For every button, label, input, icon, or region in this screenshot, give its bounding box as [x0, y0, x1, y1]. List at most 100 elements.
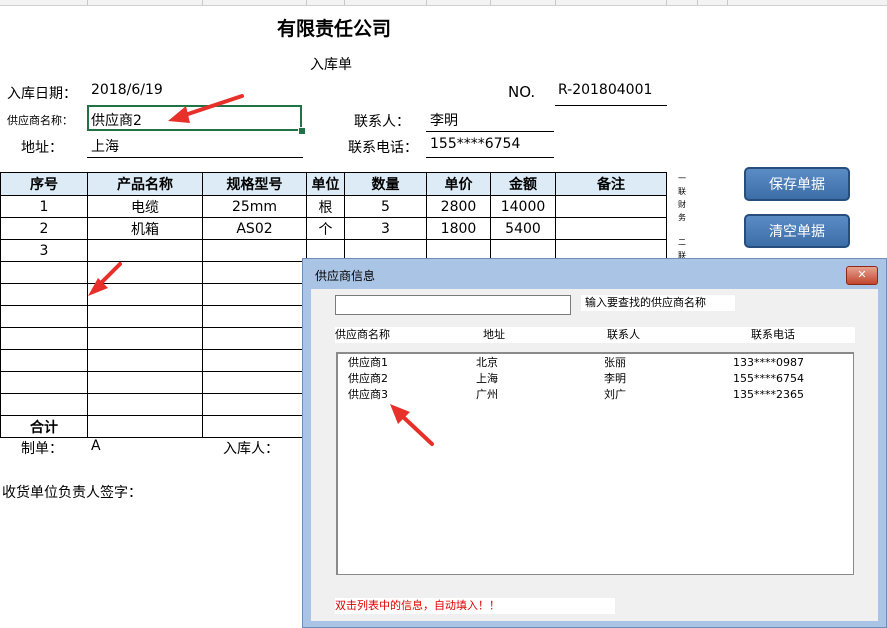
column-divider [555, 0, 556, 5]
cell[interactable] [202, 393, 307, 416]
column-divider [426, 0, 427, 5]
contact-label: 联系人： [354, 114, 410, 130]
cell[interactable]: AS02 [202, 217, 307, 240]
cell[interactable] [202, 239, 307, 262]
cell[interactable] [202, 305, 307, 328]
total-label: 合计 [0, 415, 88, 438]
column-header-strip [0, 0, 887, 6]
save-button[interactable]: 保存单据 [744, 167, 850, 201]
copy-note-finance: 一 联 财 务 [677, 172, 687, 224]
list-cell: 李明 [604, 372, 626, 385]
phone-underline [426, 157, 554, 158]
fill-handle[interactable] [298, 127, 306, 135]
column-divider [306, 0, 307, 5]
header-index: 序号 [0, 172, 88, 196]
maker-value[interactable]: A [91, 438, 101, 454]
list-cell: 供应商1 [348, 356, 388, 369]
cell[interactable]: 个 [306, 217, 345, 240]
cell[interactable]: 根 [306, 195, 345, 218]
cell[interactable] [202, 415, 307, 438]
date-label: 入库日期： [7, 86, 77, 102]
cell[interactable] [87, 305, 203, 328]
column-divider [202, 0, 203, 5]
list-item[interactable]: 供应商1 北京 张丽 133****0987 [338, 355, 838, 371]
cell[interactable] [87, 371, 203, 394]
cell[interactable] [202, 261, 307, 284]
supplier-search-input[interactable] [335, 295, 571, 315]
cell[interactable]: 1 [0, 195, 88, 218]
list-cell: 上海 [476, 372, 498, 385]
column-address: 地址 [483, 328, 505, 341]
cell[interactable] [87, 349, 203, 372]
arrow-annotation [168, 94, 244, 123]
column-divider [490, 0, 491, 5]
arrow-annotation [88, 262, 122, 296]
dialog-body: 输入要查找的供应商名称 供应商名称 地址 联系人 联系电话 供应商1 北京 张丽… [311, 289, 878, 621]
list-cell: 北京 [476, 356, 498, 369]
supplier-listbox[interactable]: 供应商1 北京 张丽 133****0987 供应商2 上海 李明 155***… [336, 352, 854, 575]
cell[interactable]: 5 [344, 195, 427, 218]
arrow-head [168, 106, 190, 123]
list-cell: 155****6754 [733, 372, 804, 385]
close-icon[interactable]: ✕ [846, 266, 878, 285]
list-cell: 133****0987 [733, 356, 804, 369]
cell[interactable] [555, 195, 667, 218]
header-amount: 金额 [490, 172, 556, 196]
cell[interactable] [0, 393, 88, 416]
column-divider [727, 0, 728, 5]
cell[interactable] [0, 371, 88, 394]
contact-value[interactable]: 李明 [430, 110, 458, 130]
cell[interactable] [555, 217, 667, 240]
header-product: 产品名称 [87, 172, 203, 196]
cell[interactable] [0, 305, 88, 328]
cell[interactable]: 1800 [426, 217, 491, 240]
contact-underline [426, 131, 554, 132]
search-hint-label: 输入要查找的供应商名称 [581, 295, 735, 311]
column-divider [344, 0, 345, 5]
list-item[interactable]: 供应商2 上海 李明 155****6754 [338, 371, 838, 387]
column-contact: 联系人 [607, 328, 640, 341]
cell[interactable]: 3 [344, 217, 427, 240]
header-remark: 备注 [555, 172, 667, 196]
cell[interactable] [202, 327, 307, 350]
list-cell: 广州 [476, 388, 498, 401]
date-value[interactable]: 2018/6/19 [91, 82, 163, 98]
header-qty: 数量 [344, 172, 427, 196]
supplier-label: 供应商名称： [7, 114, 73, 127]
address-label: 地址： [21, 140, 63, 156]
receiver-label: 入库人： [223, 441, 279, 457]
no-label: NO. [508, 83, 536, 101]
arrow-annotation [390, 404, 434, 446]
list-cell: 供应商2 [348, 372, 388, 385]
table-header-row: 序号 产品名称 规格型号 单位 数量 单价 金额 备注 [0, 172, 667, 196]
address-value[interactable]: 上海 [91, 136, 119, 156]
cell[interactable] [202, 283, 307, 306]
table-row: 2 机箱 AS02 个 3 1800 5400 [0, 217, 667, 240]
cell[interactable] [0, 261, 88, 284]
cell[interactable]: 机箱 [87, 217, 203, 240]
cell[interactable] [87, 415, 203, 438]
no-value[interactable]: R-201804001 [558, 82, 652, 98]
list-cell: 135****2365 [733, 388, 804, 401]
column-divider [87, 0, 88, 5]
cell[interactable]: 3 [0, 239, 88, 262]
supplier-value[interactable]: 供应商2 [91, 110, 142, 130]
dialog-title: 供应商信息 [315, 269, 376, 283]
cell[interactable] [87, 393, 203, 416]
cell[interactable] [87, 327, 203, 350]
cell[interactable]: 2800 [426, 195, 491, 218]
phone-value[interactable]: 155****6754 [430, 136, 520, 152]
list-cell: 张丽 [604, 356, 626, 369]
cell[interactable] [0, 349, 88, 372]
cell[interactable] [202, 371, 307, 394]
cell[interactable] [202, 349, 307, 372]
cell[interactable] [0, 327, 88, 350]
cell[interactable]: 电缆 [87, 195, 203, 218]
cell[interactable]: 2 [0, 217, 88, 240]
table-row: 1 电缆 25mm 根 5 2800 14000 [0, 195, 667, 218]
cell[interactable]: 5400 [490, 217, 556, 240]
cell[interactable]: 14000 [490, 195, 556, 218]
cell[interactable] [0, 283, 88, 306]
clear-button[interactable]: 清空单据 [744, 214, 850, 248]
cell[interactable]: 25mm [202, 195, 307, 218]
